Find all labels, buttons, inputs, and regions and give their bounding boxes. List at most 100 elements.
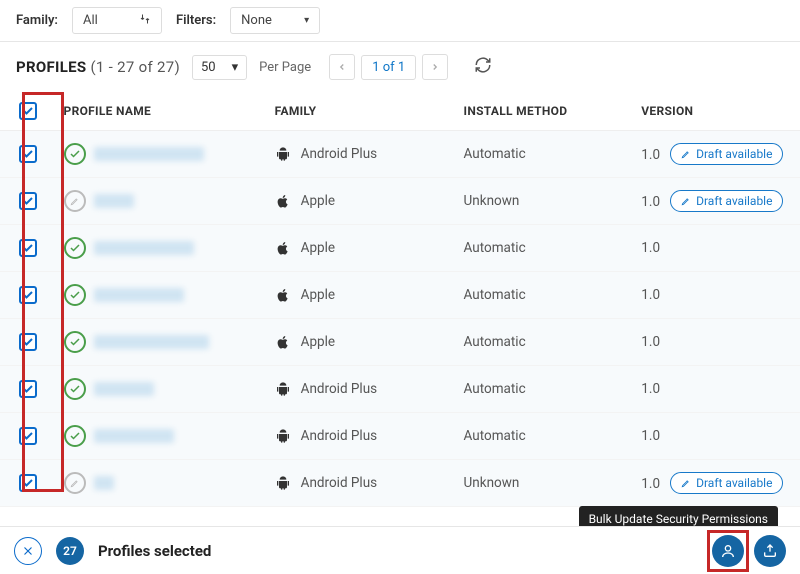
export-button[interactable] <box>754 535 786 567</box>
apple-icon <box>275 193 291 209</box>
family-select-value: All <box>83 13 98 28</box>
family-value: Apple <box>301 240 335 256</box>
family-value: Apple <box>301 287 335 303</box>
check-icon <box>64 331 86 353</box>
install-method: Unknown <box>456 460 634 507</box>
pager-next-button[interactable] <box>422 54 448 80</box>
version-value: 1.0 <box>641 194 660 210</box>
apple-icon <box>275 287 291 303</box>
profile-name-redacted <box>94 476 114 490</box>
install-method: Automatic <box>456 319 634 366</box>
check-icon <box>64 425 86 447</box>
table-row[interactable]: Android Plus Unknown 1.0 Draft available <box>0 460 800 507</box>
install-method: Automatic <box>456 131 634 178</box>
profiles-heading-range: (1 - 27 of 27) <box>90 58 180 76</box>
chevron-down-icon: ▾ <box>304 15 309 26</box>
version-value: 1.0 <box>641 334 660 350</box>
android-icon <box>275 146 291 162</box>
check-icon <box>64 237 86 259</box>
profiles-heading: PROFILES (1 - 27 of 27) <box>16 58 180 76</box>
filters-select[interactable]: None ▾ <box>230 7 320 34</box>
family-value: Android Plus <box>301 146 377 162</box>
android-icon <box>275 475 291 491</box>
row-checkbox[interactable] <box>19 192 37 210</box>
draft-available-button[interactable]: Draft available <box>670 472 783 494</box>
version-value: 1.0 <box>641 381 660 397</box>
family-label: Family: <box>16 13 58 28</box>
family-value: Android Plus <box>301 475 377 491</box>
footer-actions <box>712 535 786 567</box>
table-row[interactable]: Apple Unknown 1.0 Draft available <box>0 178 800 225</box>
profile-name-redacted <box>94 147 204 161</box>
table-row[interactable]: Apple Automatic 1.0 <box>0 272 800 319</box>
selection-label: Profiles selected <box>98 542 211 560</box>
version-value: 1.0 <box>641 476 660 492</box>
family-select[interactable]: All <box>72 7 162 34</box>
draft-available-button[interactable]: Draft available <box>670 143 783 165</box>
profiles-heading-label: PROFILES <box>16 58 86 76</box>
row-checkbox[interactable] <box>19 333 37 351</box>
profile-name-redacted <box>94 382 154 396</box>
select-all-checkbox[interactable] <box>19 102 37 120</box>
pencil-icon <box>64 190 86 212</box>
pencil-icon <box>64 472 86 494</box>
android-icon <box>275 381 291 397</box>
version-value: 1.0 <box>641 240 660 256</box>
version-value: 1.0 <box>641 147 660 163</box>
table-row[interactable]: Android Plus Automatic 1.0 <box>0 413 800 460</box>
install-method: Automatic <box>456 366 634 413</box>
install-method: Automatic <box>456 272 634 319</box>
profiles-table-wrap: PROFILE NAME FAMILY INSTALL METHOD VERSI… <box>0 92 800 507</box>
filters-label: Filters: <box>176 13 216 28</box>
version-value: 1.0 <box>641 428 660 444</box>
col-header-install[interactable]: INSTALL METHOD <box>456 92 634 131</box>
profile-name-redacted <box>94 335 209 349</box>
selection-count: 27 <box>56 537 84 565</box>
family-value: Apple <box>301 193 335 209</box>
page-size-select[interactable]: 50 ▾ <box>192 55 247 80</box>
version-value: 1.0 <box>641 287 660 303</box>
pager: 1 of 1 <box>329 54 448 80</box>
filter-bar: Family: All Filters: None ▾ <box>0 0 800 42</box>
refresh-button[interactable] <box>474 56 492 78</box>
col-header-version[interactable]: VERSION <box>633 92 800 131</box>
draft-available-button[interactable]: Draft available <box>670 190 783 212</box>
col-header-name[interactable]: PROFILE NAME <box>56 92 267 131</box>
check-icon <box>64 284 86 306</box>
apple-icon <box>275 240 291 256</box>
row-checkbox[interactable] <box>19 427 37 445</box>
pager-prev-button[interactable] <box>329 54 355 80</box>
clear-selection-button[interactable] <box>14 537 42 565</box>
per-page-label: Per Page <box>259 60 311 75</box>
col-header-family[interactable]: FAMILY <box>267 92 456 131</box>
table-row[interactable]: Apple Automatic 1.0 <box>0 225 800 272</box>
row-checkbox[interactable] <box>19 286 37 304</box>
profiles-table: PROFILE NAME FAMILY INSTALL METHOD VERSI… <box>0 92 800 507</box>
bulk-security-button[interactable] <box>712 535 744 567</box>
profile-name-redacted <box>94 194 134 208</box>
row-checkbox[interactable] <box>19 145 37 163</box>
family-value: Android Plus <box>301 428 377 444</box>
chevron-down-icon: ▾ <box>232 60 239 75</box>
selection-footer: 27 Profiles selected <box>0 526 800 574</box>
row-checkbox[interactable] <box>19 474 37 492</box>
table-row[interactable]: Android PlusAutomatic1.0 <box>0 366 800 413</box>
profile-name-redacted <box>94 241 194 255</box>
row-checkbox[interactable] <box>19 239 37 257</box>
profile-name-redacted <box>94 288 184 302</box>
pager-status: 1 of 1 <box>361 55 416 80</box>
table-toolbar: PROFILES (1 - 27 of 27) 50 ▾ Per Page 1 … <box>0 42 800 92</box>
family-value: Apple <box>301 334 335 350</box>
install-method: Unknown <box>456 178 634 225</box>
install-method: Automatic <box>456 225 634 272</box>
page-size-value: 50 <box>201 60 216 75</box>
install-method: Automatic <box>456 413 634 460</box>
check-icon <box>64 143 86 165</box>
row-checkbox[interactable] <box>19 380 37 398</box>
table-row[interactable]: Apple Automatic 1.0 <box>0 319 800 366</box>
sort-icon <box>139 13 151 28</box>
check-icon <box>64 378 86 400</box>
profile-name-redacted <box>94 429 174 443</box>
col-header-check <box>0 92 56 131</box>
table-row[interactable]: Android Plus Automatic 1.0 Draft available <box>0 131 800 178</box>
